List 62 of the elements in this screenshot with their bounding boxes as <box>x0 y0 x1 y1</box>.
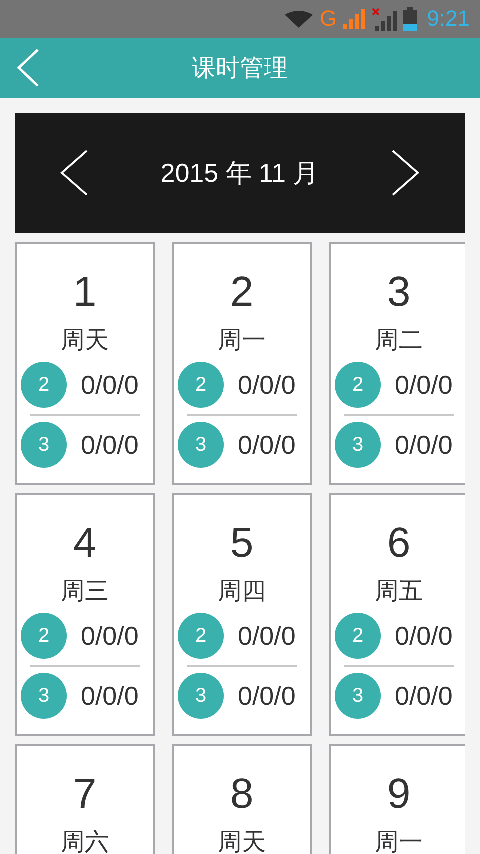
lesson-count: 0/0/0 <box>238 620 296 652</box>
lesson-count: 0/0/0 <box>238 370 296 400</box>
next-month-icon[interactable] <box>390 149 421 197</box>
lesson-count: 0/0/0 <box>81 680 139 712</box>
day-number: 6 <box>387 519 411 567</box>
weekday: 周天 <box>218 827 266 854</box>
count-badge: 3 <box>335 673 381 719</box>
lesson-count: 0/0/0 <box>81 620 139 652</box>
day-card[interactable]: 7 周六 <box>15 744 155 854</box>
lesson-count: 0/0/0 <box>395 620 453 652</box>
previous-month-icon[interactable] <box>59 149 89 197</box>
day-number: 5 <box>230 519 254 567</box>
day-card[interactable]: 1 周天 2 0/0/0 3 0/0/0 <box>15 242 155 485</box>
weekday: 周六 <box>61 827 109 854</box>
day-number: 4 <box>73 519 97 567</box>
weekday: 周一 <box>218 325 266 356</box>
lesson-count: 0/0/0 <box>81 370 139 400</box>
lesson-count: 0/0/0 <box>238 680 296 712</box>
count-badge: 2 <box>21 362 67 408</box>
day-number: 1 <box>73 268 97 316</box>
signal-icon <box>343 9 366 29</box>
weekday: 周天 <box>61 325 109 356</box>
weekday: 周一 <box>375 827 423 854</box>
page-title: 课时管理 <box>192 53 288 84</box>
count-badge: 3 <box>178 673 224 719</box>
day-number: 2 <box>230 268 254 316</box>
day-number: 3 <box>387 268 411 316</box>
clock: 9:21 <box>427 6 470 32</box>
back-icon[interactable] <box>16 48 40 88</box>
day-card[interactable]: 8 周天 <box>172 744 312 854</box>
lesson-count: 0/0/0 <box>395 370 453 400</box>
day-number: 9 <box>387 770 411 818</box>
battery-icon <box>403 7 418 31</box>
month-title: 2015 年 11 月 <box>160 156 320 190</box>
count-badge: 2 <box>335 613 381 659</box>
count-badge: 2 <box>178 362 224 408</box>
day-card[interactable]: 2 周一 2 0/0/0 3 0/0/0 <box>172 242 312 485</box>
weekday: 周三 <box>61 576 109 607</box>
day-card[interactable]: 5 周四 2 0/0/0 3 0/0/0 <box>172 493 312 736</box>
lesson-count: 0/0/0 <box>395 430 453 460</box>
count-badge: 3 <box>335 422 381 468</box>
network-type: G <box>320 6 338 32</box>
day-card[interactable]: 9 周一 <box>329 744 465 854</box>
count-badge: 3 <box>21 422 67 468</box>
count-badge: 2 <box>21 613 67 659</box>
no-signal-icon <box>371 7 398 31</box>
count-badge: 2 <box>335 362 381 408</box>
count-badge: 2 <box>178 613 224 659</box>
count-badge: 3 <box>21 673 67 719</box>
day-card[interactable]: 4 周三 2 0/0/0 3 0/0/0 <box>15 493 155 736</box>
wifi-icon <box>284 10 314 28</box>
weekday: 周五 <box>375 576 423 607</box>
count-badge: 3 <box>178 422 224 468</box>
day-number: 7 <box>73 770 97 818</box>
weekday: 周二 <box>375 325 423 356</box>
day-card[interactable]: 3 周二 2 0/0/0 3 0/0/0 <box>329 242 465 485</box>
day-card[interactable]: 6 周五 2 0/0/0 3 0/0/0 <box>329 493 465 736</box>
lesson-count: 0/0/0 <box>395 680 453 712</box>
weekday: 周四 <box>218 576 266 607</box>
day-number: 8 <box>230 770 254 818</box>
lesson-count: 0/0/0 <box>238 430 296 460</box>
lesson-count: 0/0/0 <box>81 430 139 460</box>
